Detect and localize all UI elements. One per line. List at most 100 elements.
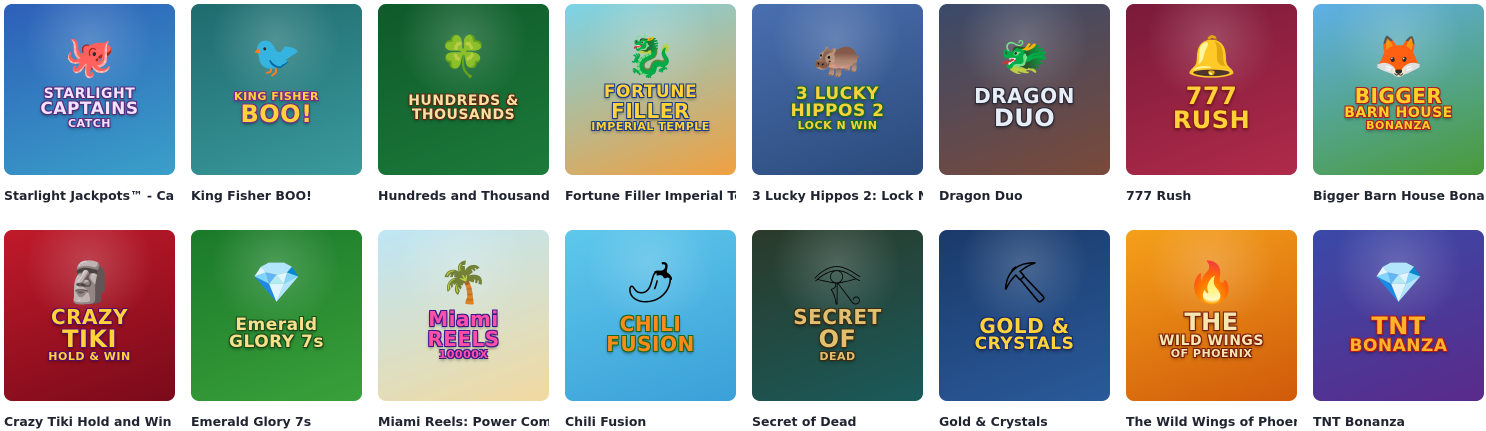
- game-title[interactable]: Hundreds and Thousands: [378, 188, 549, 203]
- game-logo: HUNDREDS & THOUSANDS: [384, 76, 543, 140]
- game-logo-text: CAPTAINS: [40, 99, 139, 119]
- game-logo-text: THOUSANDS: [411, 107, 516, 123]
- game-logo-text: WILD WINGS: [1158, 332, 1264, 349]
- game-logo-text: FILLER: [611, 99, 690, 123]
- game-tile[interactable]: 🐦 KING FISHER BOO! King Fisher BOO!: [191, 4, 362, 203]
- game-title[interactable]: Chili Fusion: [565, 414, 736, 429]
- game-logo-text: BONANZA: [1366, 118, 1431, 132]
- game-logo: 3 LUCKY HIPPOS 2 LOCK N WIN: [758, 76, 917, 140]
- game-title[interactable]: Crazy Tiki Hold and Win: [4, 414, 175, 429]
- game-logo-text: BONANZA: [1349, 335, 1448, 356]
- game-logo-text: IMPERIAL TEMPLE: [591, 120, 710, 133]
- game-logo-text: 777: [1185, 82, 1238, 110]
- game-logo-text: THE: [1184, 307, 1239, 336]
- game-logo: KING FISHER BOO!: [197, 76, 356, 140]
- game-thumbnail[interactable]: 🗿 CRAZY TIKI HOLD & WIN: [4, 230, 175, 401]
- game-logo-text: TNT: [1371, 311, 1426, 340]
- game-thumbnail[interactable]: 🍀 HUNDREDS & THOUSANDS: [378, 4, 549, 175]
- game-tile[interactable]: 🔔 777 RUSH 777 Rush: [1126, 4, 1297, 203]
- game-logo-text: CRAZY: [50, 304, 129, 329]
- game-logo: STARLIGHT CAPTAINS CATCH: [10, 76, 169, 140]
- game-logo-text: CHILI: [619, 312, 682, 336]
- game-thumbnail[interactable]: 🦊 BIGGER BARN HOUSE BONANZA: [1313, 4, 1484, 175]
- game-tile[interactable]: 🗿 CRAZY TIKI HOLD & WIN Crazy Tiki Hold and …: [4, 230, 175, 429]
- game-tile[interactable]: ⛏ GOLD & CRYSTALS Gold & Crystals: [939, 230, 1110, 429]
- game-logo-text: RUSH: [1172, 106, 1251, 134]
- game-logo: 777 RUSH: [1132, 76, 1291, 140]
- game-logo-text: FUSION: [606, 332, 695, 356]
- game-title[interactable]: Miami Reels: Power Combo: [378, 414, 549, 429]
- game-logo-text: 10000X: [438, 347, 489, 361]
- game-logo: THE WILD WINGS OF PHOENIX: [1132, 302, 1291, 366]
- game-thumbnail[interactable]: 💎 TNT BONANZA: [1313, 230, 1484, 401]
- game-title[interactable]: Emerald Glory 7s: [191, 414, 362, 429]
- game-title[interactable]: King Fisher BOO!: [191, 188, 362, 203]
- game-logo-text: 3 LUCKY: [795, 83, 880, 104]
- game-thumbnail[interactable]: 🌶 CHILI FUSION: [565, 230, 736, 401]
- game-tile[interactable]: 🍀 HUNDREDS & THOUSANDS Hundreds and Thousan…: [378, 4, 549, 203]
- game-logo-text: OF: [818, 324, 857, 353]
- game-logo-text: BIGGER: [1354, 83, 1443, 108]
- game-logo-text: HUNDREDS &: [408, 93, 519, 109]
- game-tile[interactable]: 🔥 THE WILD WINGS OF PHOENIX The Wild Wings o…: [1126, 230, 1297, 429]
- game-logo-text: HIPPOS 2: [790, 100, 885, 121]
- game-title[interactable]: The Wild Wings of Phoenix: [1126, 414, 1297, 429]
- game-title[interactable]: Starlight Jackpots™ - Capta...: [4, 188, 175, 203]
- game-tile[interactable]: 💎 TNT BONANZA TNT Bonanza: [1313, 230, 1484, 429]
- game-logo-text: CRYSTALS: [974, 333, 1075, 354]
- game-logo-text: DEAD: [819, 349, 856, 363]
- game-logo-text: OF PHOENIX: [1170, 346, 1253, 360]
- game-thumbnail[interactable]: 🔔 777 RUSH: [1126, 4, 1297, 175]
- game-logo-text: SECRET: [793, 304, 882, 329]
- game-title[interactable]: 777 Rush: [1126, 188, 1297, 203]
- game-thumbnail[interactable]: 🦛 3 LUCKY HIPPOS 2 LOCK N WIN: [752, 4, 923, 175]
- game-logo: Emerald GLORY 7s: [197, 302, 356, 366]
- game-logo-text: Miami: [428, 306, 499, 331]
- game-title[interactable]: Bigger Barn House Bonanza: [1313, 188, 1484, 203]
- game-logo: Miami REELS 10000X: [384, 302, 543, 366]
- game-tile[interactable]: 🦛 3 LUCKY HIPPOS 2 LOCK N WIN 3 Lucky Hippos…: [752, 4, 923, 203]
- game-logo: TNT BONANZA: [1319, 302, 1478, 366]
- game-logo: SECRET OF DEAD: [758, 302, 917, 366]
- game-tile[interactable]: 🌶 CHILI FUSION Chili Fusion: [565, 230, 736, 429]
- game-logo: CHILI FUSION: [571, 302, 730, 366]
- game-thumbnail[interactable]: 𓂀 SECRET OF DEAD: [752, 230, 923, 401]
- game-title[interactable]: Dragon Duo: [939, 188, 1110, 203]
- game-thumbnail[interactable]: 🐦 KING FISHER BOO!: [191, 4, 362, 175]
- game-title[interactable]: TNT Bonanza: [1313, 414, 1484, 429]
- game-tile[interactable]: 🐲 DRAGON DUO Dragon Duo: [939, 4, 1110, 203]
- game-logo: GOLD & CRYSTALS: [945, 302, 1104, 366]
- game-logo-text: BARN HOUSE: [1344, 104, 1453, 121]
- game-tile[interactable]: 🐉 FORTUNE FILLER IMPERIAL TEMPLE Fortune Fil…: [565, 4, 736, 203]
- game-thumbnail[interactable]: 🐙 STARLIGHT CAPTAINS CATCH: [4, 4, 175, 175]
- game-title[interactable]: 3 Lucky Hippos 2: Lock N ...: [752, 188, 923, 203]
- game-logo: DRAGON DUO: [945, 76, 1104, 140]
- game-thumbnail[interactable]: 💎 Emerald GLORY 7s: [191, 230, 362, 401]
- game-logo-text: HOLD & WIN: [48, 349, 131, 363]
- game-logo-text: CATCH: [67, 117, 111, 130]
- game-logo: FORTUNE FILLER IMPERIAL TEMPLE: [571, 76, 730, 140]
- game-title[interactable]: Secret of Dead: [752, 414, 923, 429]
- game-tile[interactable]: 🐙 STARLIGHT CAPTAINS CATCH Starlight Jackpot…: [4, 4, 175, 203]
- game-logo: BIGGER BARN HOUSE BONANZA: [1319, 76, 1478, 140]
- game-thumbnail[interactable]: ⛏ GOLD & CRYSTALS: [939, 230, 1110, 401]
- game-thumbnail[interactable]: 🐲 DRAGON DUO: [939, 4, 1110, 175]
- game-title[interactable]: Fortune Filler Imperial Te...: [565, 188, 736, 203]
- game-tile[interactable]: 🌴MiamiREELS10000X Miami Reels: Power Comb…: [378, 230, 549, 429]
- game-logo-text: DRAGON: [974, 84, 1075, 108]
- game-tile[interactable]: 💎 Emerald GLORY 7s Emerald Glory 7s: [191, 230, 362, 429]
- game-logo-text: GLORY 7s: [229, 332, 324, 352]
- game-logo-text: GOLD &: [979, 313, 1070, 338]
- game-logo: CRAZY TIKI HOLD & WIN: [10, 302, 169, 366]
- game-logo-text: TIKI: [62, 324, 117, 353]
- game-logo-text: LOCK N WIN: [797, 118, 878, 132]
- game-thumbnail[interactable]: 🔥 THE WILD WINGS OF PHOENIX: [1126, 230, 1297, 401]
- game-thumbnail[interactable]: 🐉 FORTUNE FILLER IMPERIAL TEMPLE: [565, 4, 736, 175]
- game-grid: 🐙 STARLIGHT CAPTAINS CATCH Starlight Jackpot…: [0, 0, 1486, 431]
- game-logo-text: REELS: [427, 326, 500, 351]
- game-tile[interactable]: 𓂀 SECRET OF DEAD Secret of Dead: [752, 230, 923, 429]
- game-title[interactable]: Gold & Crystals: [939, 414, 1110, 429]
- game-tile[interactable]: 🦊 BIGGER BARN HOUSE BONANZA Bigger Barn Hous…: [1313, 4, 1484, 203]
- game-thumbnail[interactable]: 🌴 Miami REELS 10000X: [378, 230, 549, 401]
- game-logo-text: BOO!: [240, 99, 313, 128]
